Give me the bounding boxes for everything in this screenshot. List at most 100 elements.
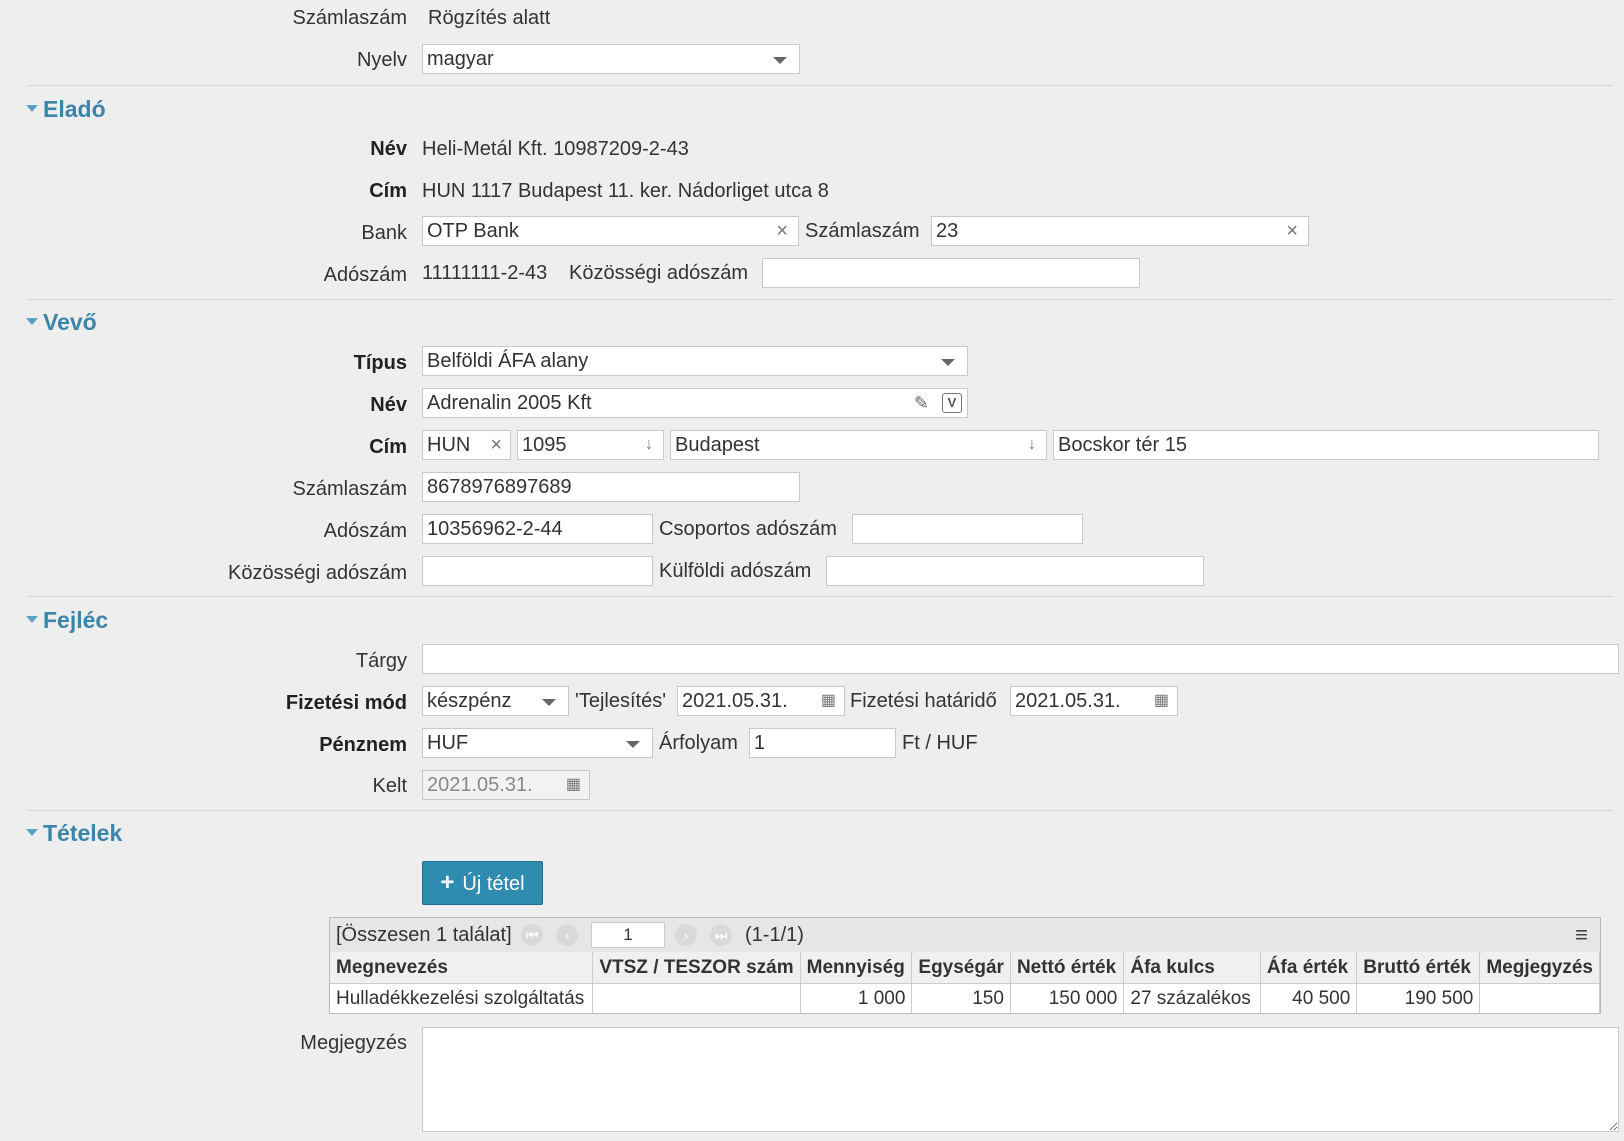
fejlec-teljesites-value: 2021.05.31. xyxy=(682,690,788,712)
divider xyxy=(28,596,1613,597)
page-info: (1-1/1) xyxy=(745,924,804,946)
items-table: Megnevezés VTSZ / TESZOR szám Mennyiség … xyxy=(330,952,1600,1013)
next-page-icon[interactable]: › xyxy=(675,924,697,946)
fejlec-fizmod-label: Fizetési mód xyxy=(285,692,407,714)
vevo-tipus-select[interactable]: Belföldi ÁFA alany xyxy=(422,346,968,376)
section-tetelek-header[interactable]: Tételek xyxy=(26,818,122,848)
elado-szamlaszam-select[interactable]: 23 × xyxy=(931,216,1309,246)
vevo-kulfoldi-input[interactable] xyxy=(826,556,1204,586)
calendar-icon[interactable]: ▦ xyxy=(1154,687,1169,715)
arrow-down-icon: ↓ xyxy=(1028,436,1036,453)
column-header[interactable]: VTSZ / TESZOR szám xyxy=(592,952,801,984)
section-elado-header[interactable]: Eladó xyxy=(26,94,106,124)
section-elado-title: Eladó xyxy=(43,96,106,122)
column-header[interactable]: Megnevezés xyxy=(330,952,594,984)
fejlec-hatarido-value: 2021.05.31. xyxy=(1015,690,1121,712)
vevo-szamlaszam-input[interactable]: 8678976897689 xyxy=(422,472,800,502)
fejlec-teljesites-label: 'Tejlesítés' xyxy=(575,690,667,712)
vevo-tipus-label: Típus xyxy=(353,352,407,374)
nyelv-label: Nyelv xyxy=(356,49,407,71)
vevo-country-select[interactable]: HUN × xyxy=(422,430,511,460)
section-tetelek-title: Tételek xyxy=(43,820,123,846)
fejlec-arfolyam-label: Árfolyam xyxy=(659,732,738,754)
szamlaszam-status: Rögzítés alatt xyxy=(428,7,551,29)
elado-adoszam-label: Adószám xyxy=(323,264,407,286)
elado-cim-label: Cím xyxy=(369,180,407,202)
calendar-icon[interactable]: ▦ xyxy=(821,687,836,715)
vevo-adoszam-input[interactable]: 10356962-2-44 xyxy=(422,514,653,544)
table-cell xyxy=(1479,983,1600,1013)
new-item-button-label: Új tétel xyxy=(462,873,525,895)
fejlec-hatarido-date[interactable]: 2021.05.31. ▦ xyxy=(1010,686,1178,716)
table-cell xyxy=(592,983,801,1013)
nyelv-select[interactable]: magyar xyxy=(422,44,800,74)
elado-szamlaszam-value: 23 xyxy=(936,220,959,242)
divider xyxy=(28,85,1613,86)
eraser-icon[interactable]: ✎ xyxy=(914,389,929,417)
arrow-down-icon: ↓ xyxy=(645,436,653,453)
elado-kozossegi-label: Közösségi adószám xyxy=(569,262,748,284)
vevo-csoportos-label: Csoportos adószám xyxy=(659,518,837,540)
grid-paginator: [Összesen 1 találat] ⏮ ‹ 1 › ⏭ (1-1/1) ≡ xyxy=(330,918,1600,953)
elado-kozossegi-input[interactable] xyxy=(762,258,1140,288)
section-vevo-title: Vevő xyxy=(43,309,97,335)
prev-page-icon[interactable]: ‹ xyxy=(556,924,578,946)
column-header[interactable]: Nettó érték xyxy=(1010,952,1125,984)
column-header[interactable]: Mennyiség xyxy=(800,952,913,984)
plus-icon: + xyxy=(440,869,455,896)
fejlec-kelt-label: Kelt xyxy=(372,775,407,797)
section-vevo-header[interactable]: Vevő xyxy=(26,307,97,337)
megjegyzes-textarea[interactable] xyxy=(422,1027,1619,1132)
column-header[interactable]: Áfa kulcs xyxy=(1123,952,1261,984)
table-cell: 1 000 xyxy=(800,983,913,1013)
vevo-kozossegi-input[interactable] xyxy=(422,556,653,586)
clear-icon[interactable]: × xyxy=(1286,217,1298,245)
collapse-triangle-icon xyxy=(26,105,38,113)
clear-icon[interactable]: × xyxy=(490,431,502,459)
new-item-button[interactable]: + Új tétel xyxy=(422,861,543,905)
fejlec-arfolyam-unit: Ft / HUF xyxy=(902,732,978,754)
table-cell: 150 000 xyxy=(1010,983,1125,1013)
vevo-zip-select[interactable]: 1095 ↓ xyxy=(517,430,664,460)
vevo-cim-label: Cím xyxy=(369,436,407,458)
fejlec-penznem-label: Pénznem xyxy=(319,734,407,756)
column-header[interactable]: Bruttó érték xyxy=(1356,952,1481,984)
vevo-city-select[interactable]: Budapest ↓ xyxy=(670,430,1047,460)
fejlec-targy-input[interactable] xyxy=(422,644,1619,674)
table-row[interactable]: Hulladékkezelési szolgáltatás 1 000 150 … xyxy=(330,983,1600,1013)
fejlec-penznem-select[interactable]: HUF xyxy=(422,728,653,758)
elado-bank-label: Bank xyxy=(361,222,407,244)
last-page-icon[interactable]: ⏭ xyxy=(710,924,732,946)
elado-bank-select[interactable]: OTP Bank × xyxy=(422,216,799,246)
table-cell: 150 xyxy=(911,983,1011,1013)
column-header[interactable]: Áfa érték xyxy=(1260,952,1358,984)
fejlec-fizmod-select[interactable]: készpénz xyxy=(422,686,569,716)
chevron-down-icon xyxy=(941,359,955,366)
elado-cim-value: HUN 1117 Budapest 11. ker. Nádorliget ut… xyxy=(422,180,829,202)
vevo-country-value: HUN xyxy=(427,434,471,456)
chevron-down-icon xyxy=(542,699,556,706)
fejlec-penznem-value: HUF xyxy=(427,732,469,754)
table-cell: 27 százalékos xyxy=(1123,983,1261,1013)
table-cell: 40 500 xyxy=(1260,983,1358,1013)
validate-v-icon[interactable]: V xyxy=(942,393,962,413)
vevo-csoportos-input[interactable] xyxy=(852,514,1083,544)
page-number-input[interactable]: 1 xyxy=(591,922,665,948)
vevo-street-input[interactable]: Bocskor tér 15 xyxy=(1053,430,1599,460)
megjegyzes-label: Megjegyzés xyxy=(300,1032,407,1054)
column-header[interactable]: Egységár xyxy=(911,952,1011,984)
fejlec-teljesites-date[interactable]: 2021.05.31. ▦ xyxy=(677,686,845,716)
divider xyxy=(28,810,1613,811)
collapse-triangle-icon xyxy=(26,616,38,624)
section-fejlec-header[interactable]: Fejléc xyxy=(26,605,108,635)
menu-icon[interactable]: ≡ xyxy=(1575,920,1588,950)
collapse-triangle-icon xyxy=(26,829,38,837)
column-header[interactable]: Megjegyzés xyxy=(1479,952,1600,984)
first-page-icon[interactable]: ⏮ xyxy=(521,924,543,946)
clear-icon[interactable]: × xyxy=(776,217,788,245)
fejlec-arfolyam-input[interactable]: 1 xyxy=(749,728,896,758)
vevo-nev-input[interactable]: Adrenalin 2005 Kft ✎ V xyxy=(422,388,968,418)
calendar-icon: ▦ xyxy=(565,776,581,793)
section-fejlec-title: Fejléc xyxy=(43,607,109,633)
fejlec-kelt-date: 2021.05.31. ▦ xyxy=(422,770,590,800)
